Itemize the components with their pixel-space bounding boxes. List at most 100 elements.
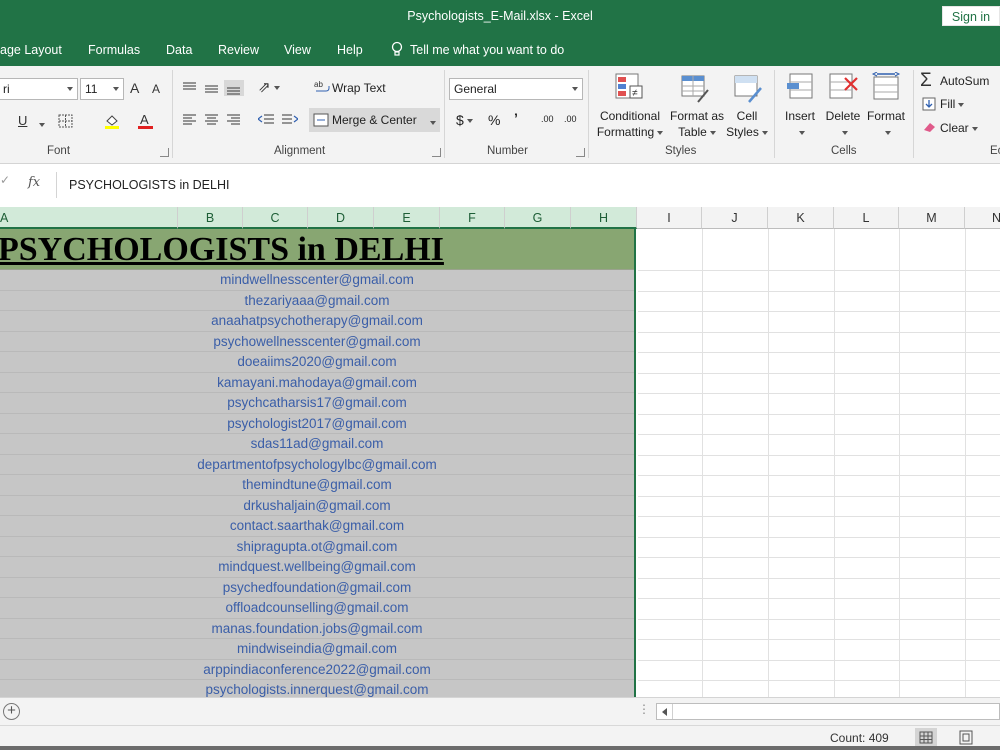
group-number-label: Number [487, 145, 528, 157]
ribbon-tabs: age Layout Formulas Data Review View Hel… [0, 34, 1000, 66]
selected-range[interactable]: PSYCHOLOGISTS in DELHI mindwellnesscente… [0, 229, 636, 697]
decrease-decimal-button[interactable]: .00 [564, 114, 577, 124]
fill-color-icon[interactable] [103, 112, 121, 130]
wrap-text-icon[interactable]: ab [314, 79, 330, 95]
formula-input[interactable]: PSYCHOLOGISTS in DELHI [56, 172, 1000, 198]
increase-decimal-button[interactable]: .00 [541, 114, 554, 124]
email-cell[interactable]: contact.saarthak@gmail.com [0, 516, 634, 537]
alignment-launcher-icon[interactable] [432, 148, 441, 157]
column-header-f[interactable]: F [440, 207, 505, 229]
page-layout-view-button[interactable] [955, 728, 977, 748]
currency-button[interactable]: $ [456, 112, 473, 128]
merged-title-cell[interactable]: PSYCHOLOGISTS in DELHI [0, 229, 634, 270]
vertical-align-icons[interactable] [182, 80, 244, 96]
email-cell[interactable]: drkushaljain@gmail.com [0, 496, 634, 516]
percent-button[interactable]: % [488, 112, 500, 128]
merge-center-button[interactable]: Merge & Center [309, 108, 440, 132]
email-cell[interactable]: sdas11ad@gmail.com [0, 434, 634, 455]
font-launcher-icon[interactable] [160, 148, 169, 157]
clear-button[interactable]: Clear [940, 121, 978, 135]
cell-styles-button[interactable]: Cell Styles [723, 108, 771, 140]
borders-icon[interactable] [58, 114, 74, 128]
indent-icons[interactable] [258, 113, 298, 127]
tab-data[interactable]: Data [166, 43, 192, 57]
tab-view[interactable]: View [284, 43, 311, 57]
tab-split-handle[interactable]: ⋮ [638, 702, 650, 716]
column-header-h[interactable]: H [571, 207, 637, 229]
font-size-box[interactable]: 11 [80, 78, 124, 100]
delete-button[interactable]: Delete [822, 108, 864, 140]
email-cell[interactable]: thezariyaaa@gmail.com [0, 291, 634, 311]
column-header-c[interactable]: C [243, 207, 308, 229]
conditional-formatting-button[interactable]: Conditional Formatting [594, 108, 666, 140]
tab-review[interactable]: Review [218, 43, 259, 57]
format-as-table-button[interactable]: Format as Table [666, 108, 728, 140]
email-cell[interactable]: kamayani.mahodaya@gmail.com [0, 373, 634, 393]
column-header-b[interactable]: B [178, 207, 243, 229]
email-cell[interactable]: arppindiaconference2022@gmail.com [0, 660, 634, 680]
email-cell[interactable]: psychowellnesscenter@gmail.com [0, 332, 634, 352]
grid-row-line [638, 577, 1000, 579]
column-header-j[interactable]: J [702, 207, 768, 229]
email-cell[interactable]: psychologist2017@gmail.com [0, 414, 634, 434]
email-cell[interactable]: shipragupta.ot@gmail.com [0, 537, 634, 557]
insert-function-button[interactable]: fx [28, 175, 40, 190]
tab-formulas[interactable]: Formulas [88, 43, 140, 57]
cell-styles-icon [734, 75, 762, 103]
sign-in-button[interactable]: Sign in [942, 6, 1000, 26]
column-header-i[interactable]: I [637, 207, 702, 229]
column-header-a[interactable]: A [0, 207, 178, 229]
email-cell[interactable]: mindwellnesscenter@gmail.com [0, 270, 634, 291]
svg-text:A: A [140, 112, 149, 127]
column-header-m[interactable]: M [899, 207, 965, 229]
grow-font-button[interactable]: A [130, 80, 139, 96]
shrink-font-button[interactable]: A [152, 82, 160, 96]
email-cell[interactable]: themindtune@gmail.com [0, 475, 634, 496]
page-break-view-button[interactable] [990, 728, 1000, 748]
grid-row-line [638, 516, 1000, 517]
fill-button[interactable]: Fill [940, 97, 965, 111]
orientation-icon[interactable]: ⇗ [258, 78, 280, 96]
insert-button[interactable]: Insert [780, 108, 820, 140]
column-header-e[interactable]: E [374, 207, 440, 229]
new-sheet-button[interactable]: + [3, 703, 20, 720]
column-header-n[interactable]: N [965, 207, 1000, 229]
comma-button[interactable]: ’ [514, 110, 518, 126]
email-cell[interactable]: psychologists.innerquest@gmail.com [0, 680, 634, 697]
check-icon[interactable]: ✓ [0, 173, 10, 187]
number-format-box[interactable]: General [449, 78, 583, 100]
email-cell[interactable]: offloadcounselling@gmail.com [0, 598, 634, 619]
format-button[interactable]: Format [864, 108, 908, 140]
fill-down-icon [922, 97, 936, 111]
email-cell[interactable]: doeaiims2020@gmail.com [0, 352, 634, 373]
grid-row-line [638, 495, 1000, 497]
tell-me-search[interactable]: Tell me what you want to do [410, 43, 564, 57]
column-header-g[interactable]: G [505, 207, 571, 229]
svg-text:ab: ab [314, 80, 323, 89]
grid-row-line [638, 311, 1000, 312]
email-cell[interactable]: anaahatpsychotherapy@gmail.com [0, 311, 634, 332]
font-name-box[interactable]: ri [0, 78, 78, 100]
column-header-k[interactable]: K [768, 207, 834, 229]
number-launcher-icon[interactable] [576, 148, 585, 157]
scroll-left-arrow-icon[interactable] [657, 704, 673, 719]
email-cell[interactable]: psychcatharsis17@gmail.com [0, 393, 634, 414]
worksheet-grid[interactable]: PSYCHOLOGISTS in DELHI mindwellnesscente… [0, 229, 1000, 697]
underline-dropdown[interactable] [36, 116, 45, 132]
horizontal-scrollbar[interactable] [656, 703, 1000, 720]
wrap-text-button[interactable]: Wrap Text [332, 81, 386, 95]
horizontal-align-icons[interactable] [182, 113, 244, 127]
email-cell[interactable]: psychedfoundation@gmail.com [0, 578, 634, 598]
column-header-d[interactable]: D [308, 207, 374, 229]
tab-help[interactable]: Help [337, 43, 363, 57]
font-color-icon[interactable]: A [137, 111, 155, 130]
email-cell[interactable]: manas.foundation.jobs@gmail.com [0, 619, 634, 639]
column-header-l[interactable]: L [834, 207, 899, 229]
normal-view-button[interactable] [915, 728, 937, 748]
email-cell[interactable]: mindwiseindia@gmail.com [0, 639, 634, 660]
underline-button[interactable]: U [18, 113, 27, 128]
autosum-button[interactable]: AutoSum [940, 74, 989, 88]
email-cell[interactable]: mindquest.wellbeing@gmail.com [0, 557, 634, 578]
tab-page-layout[interactable]: age Layout [0, 43, 62, 57]
email-cell[interactable]: departmentofpsychologylbc@gmail.com [0, 455, 634, 475]
